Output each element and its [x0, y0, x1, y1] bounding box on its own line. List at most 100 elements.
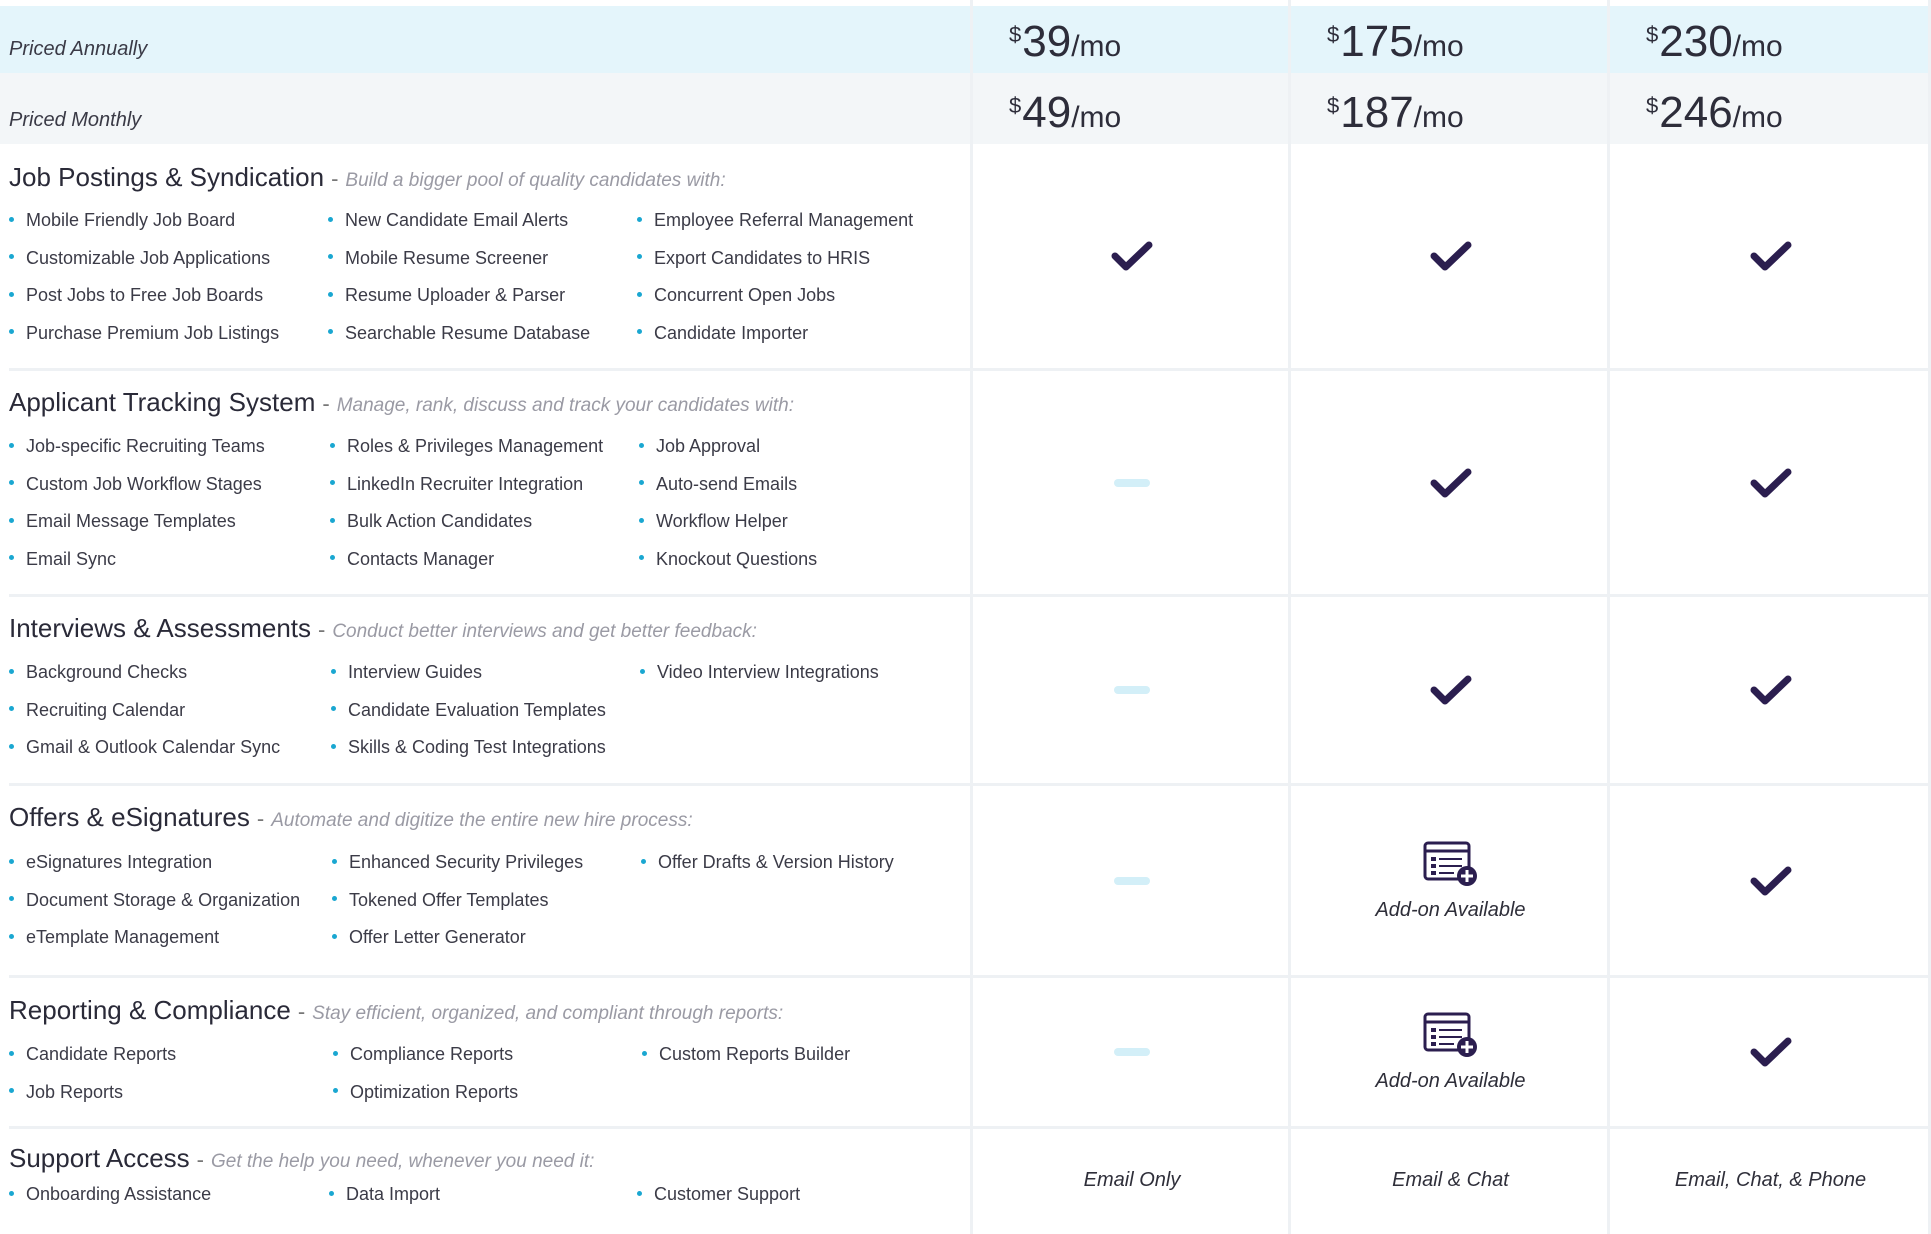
support-level-label: Email Only	[1083, 1168, 1181, 1191]
currency-symbol: $	[1646, 22, 1659, 47]
feature-list-item: Gmail & Outlook Calendar Sync	[9, 737, 280, 758]
feature-label: Customer Support	[654, 1184, 801, 1204]
feature-label: Job-specific Recruiting Teams	[26, 436, 265, 456]
section-subtitle: Manage, rank, discuss and track your can…	[336, 395, 794, 416]
feature-label: eSignatures Integration	[26, 852, 213, 872]
bullet-icon	[642, 1050, 647, 1056]
feature-list-item: Skills & Coding Test Integrations	[331, 737, 606, 758]
bullet-icon	[9, 517, 14, 523]
feature-list-item: Resume Uploader & Parser	[328, 285, 565, 306]
feature-section-3: Interviews & Assessments - Conduct better …	[0, 597, 1931, 786]
feature-label: Onboarding Assistance	[26, 1184, 212, 1204]
price-period: /mo	[1071, 30, 1122, 63]
bullet-icon	[332, 896, 337, 902]
feature-label: Tokened Offer Templates	[349, 889, 549, 910]
plan-3-availability	[1610, 144, 1931, 368]
feature-label: Contacts Manager	[347, 548, 495, 569]
bullet-icon	[332, 858, 337, 864]
feature-label: Offer Drafts & Version History	[658, 852, 894, 872]
feature-label: Candidate Evaluation Templates	[348, 699, 606, 720]
plan-1-availability	[973, 978, 1291, 1126]
feature-label: Document Storage & Organization	[26, 889, 301, 910]
feature-label: Candidate Reports	[26, 1044, 177, 1064]
checkmark-icon	[1750, 865, 1792, 897]
priced-monthly-row: Priced Monthly $49/mo $187/mo $246/mo	[0, 73, 1931, 144]
bullet-icon	[330, 480, 335, 486]
bullet-icon	[639, 480, 644, 486]
section-separator: -	[196, 1147, 204, 1172]
section-header: Support Access - Get the help you need, wh…	[9, 1143, 594, 1174]
pricing-comparison-table: Priced Annually $39/mo $175/mo $230/mo Pri…	[0, 0, 1931, 1234]
checkmark-icon	[1750, 240, 1792, 272]
feature-label: Background Checks	[26, 662, 188, 682]
currency-symbol: $	[1646, 93, 1659, 118]
bullet-icon	[332, 933, 337, 939]
plan-3-availability	[1610, 371, 1931, 594]
support-level-label: Email, Chat, & Phone	[1674, 1168, 1867, 1191]
checkmark-icon	[1111, 240, 1153, 272]
feature-label: Candidate Importer	[654, 322, 809, 343]
priced-annually-label: Priced Annually	[9, 38, 148, 60]
section-separator: -	[256, 806, 265, 831]
feature-list-item: Email Sync	[9, 549, 116, 570]
bullet-icon	[639, 517, 644, 523]
feature-label: Data Import	[346, 1184, 441, 1204]
feature-list-item: Interview Guides	[331, 662, 482, 683]
feature-label: Email Message Templates	[26, 511, 236, 531]
bullet-icon	[330, 442, 335, 448]
feature-list-item: Job-specific Recruiting Teams	[9, 436, 265, 457]
feature-label: Post Jobs to Free Job Boards	[26, 285, 264, 305]
bullet-icon	[9, 555, 14, 561]
bullet-icon	[639, 442, 644, 448]
feature-label: Employee Referral Management	[654, 210, 914, 230]
section-title: Applicant Tracking System	[9, 387, 316, 417]
section-subtitle: Get the help you need, whenever you need…	[210, 1151, 595, 1172]
checkmark-icon	[1750, 674, 1792, 706]
bullet-icon	[9, 480, 14, 486]
feature-label: Job Reports	[26, 1081, 124, 1102]
bullet-icon	[328, 291, 333, 297]
support-level-label: Email & Chat	[1392, 1168, 1509, 1191]
plan-3-availability	[1610, 597, 1931, 783]
feature-list-item: Email Message Templates	[9, 511, 236, 532]
bullet-icon	[9, 254, 14, 260]
section-header: Applicant Tracking System - Manage, rank, …	[9, 387, 794, 418]
priced-monthly-label: Priced Monthly	[9, 109, 142, 131]
bullet-icon	[9, 858, 14, 864]
plan-2-availability	[1291, 144, 1610, 368]
feature-label: Optimization Reports	[350, 1081, 519, 1102]
bullet-icon	[9, 1088, 14, 1094]
not-included-dash-icon	[1114, 876, 1150, 885]
bullet-icon	[328, 216, 333, 222]
priced-annually-row: Priced Annually $39/mo $175/mo $230/mo	[0, 6, 1931, 73]
bullet-icon	[637, 291, 642, 297]
feature-section-4: Offers & eSignatures - Automate and digiti…	[0, 786, 1931, 978]
feature-list-item: Custom Reports Builder	[642, 1044, 850, 1065]
bullet-icon	[331, 668, 336, 674]
plan-1-availability	[973, 371, 1291, 594]
bullet-icon	[9, 216, 14, 222]
price-monthly-plan-3: $246/mo	[1646, 91, 1783, 135]
plan-2-availability: Email & Chat	[1291, 1129, 1610, 1231]
feature-list-item: Candidate Importer	[637, 323, 808, 344]
bullet-icon	[9, 896, 14, 902]
section-separator: -	[297, 999, 306, 1024]
feature-label: Interview Guides	[348, 662, 483, 682]
feature-list-item: Offer Drafts & Version History	[641, 852, 894, 873]
bullet-icon	[330, 555, 335, 561]
feature-list-item: Export Candidates to HRIS	[637, 248, 870, 269]
feature-list-item: Candidate Evaluation Templates	[331, 700, 606, 721]
section-title: Offers & eSignatures	[9, 802, 250, 832]
bullet-icon	[330, 517, 335, 523]
section-subtitle: Stay efficient, organized, and compliant…	[312, 1003, 784, 1024]
price-period: /mo	[1413, 101, 1464, 134]
plan-1-availability	[973, 786, 1291, 975]
price-annual-plan-3: $230/mo	[1646, 20, 1783, 64]
addon-browser-icon	[1422, 1011, 1480, 1064]
feature-list-item: Purchase Premium Job Listings	[9, 323, 279, 344]
feature-section-1: Job Postings & Syndication - Build a bigge…	[0, 144, 1931, 371]
not-included-dash-icon	[1114, 478, 1150, 487]
section-title: Support Access	[9, 1143, 190, 1173]
bullet-icon	[333, 1088, 338, 1094]
feature-label: Resume Uploader & Parser	[345, 285, 566, 305]
